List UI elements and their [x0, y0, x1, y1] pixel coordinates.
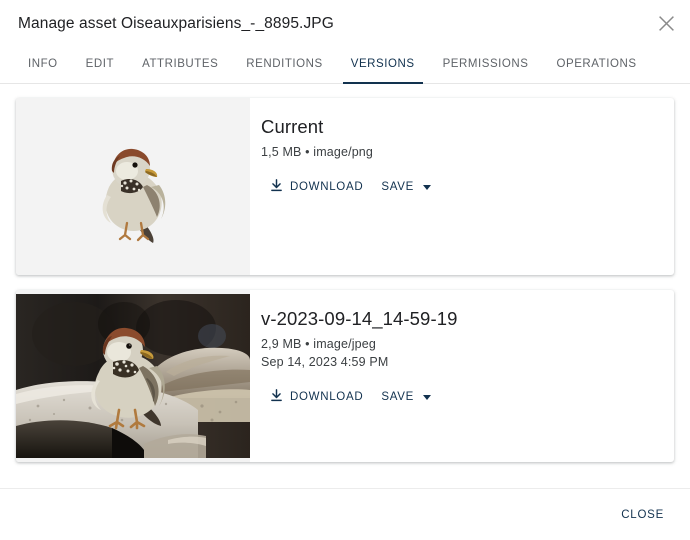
tab-operations[interactable]: OPERATIONS [543, 44, 651, 83]
save-button[interactable]: SAVE [372, 176, 438, 198]
download-button[interactable]: DOWNLOAD [261, 174, 372, 200]
dialog-footer: CLOSE [0, 488, 690, 540]
tab-bar: INFO EDIT ATTRIBUTES RENDITIONS VERSIONS… [0, 44, 690, 84]
download-icon [270, 179, 283, 195]
versions-list: Current 1,5 MB • image/png DOWNLOAD SAVE… [0, 84, 690, 488]
download-button[interactable]: DOWNLOAD [261, 384, 372, 410]
tab-attributes[interactable]: ATTRIBUTES [128, 44, 232, 83]
close-button[interactable]: CLOSE [611, 501, 674, 529]
close-icon[interactable] [652, 9, 680, 37]
version-card[interactable]: v-2023-09-14_14-59-19 2,9 MB • image/jpe… [16, 290, 674, 462]
dialog-title: Manage asset Oiseauxparisiens_-_8895.JPG [18, 15, 334, 32]
download-button-label: DOWNLOAD [290, 391, 364, 403]
tab-renditions[interactable]: RENDITIONS [232, 44, 336, 83]
download-button-label: DOWNLOAD [290, 181, 364, 193]
tab-edit[interactable]: EDIT [72, 44, 128, 83]
download-icon [270, 389, 283, 405]
version-name: v-2023-09-14_14-59-19 [261, 308, 458, 329]
manage-asset-dialog: Manage asset Oiseauxparisiens_-_8895.JPG… [0, 0, 690, 540]
version-name: Current [261, 116, 324, 137]
dialog-header: Manage asset Oiseauxparisiens_-_8895.JPG [0, 0, 690, 34]
save-button-label: SAVE [381, 391, 414, 403]
save-button[interactable]: SAVE [372, 386, 438, 408]
version-details: Current 1,5 MB • image/png DOWNLOAD SAVE [250, 98, 674, 275]
version-thumbnail[interactable] [16, 290, 250, 462]
version-actions: DOWNLOAD SAVE [261, 384, 654, 410]
version-meta: 2,9 MB • image/jpeg [261, 337, 376, 351]
tab-versions[interactable]: VERSIONS [337, 44, 429, 84]
version-date: Sep 14, 2023 4:59 PM [261, 355, 389, 369]
version-meta: 1,5 MB • image/png [261, 145, 373, 159]
chevron-down-icon [422, 184, 431, 190]
version-card[interactable]: Current 1,5 MB • image/png DOWNLOAD SAVE [16, 98, 674, 275]
chevron-down-icon [422, 394, 431, 400]
version-details: v-2023-09-14_14-59-19 2,9 MB • image/jpe… [250, 290, 674, 462]
save-button-label: SAVE [381, 181, 414, 193]
version-actions: DOWNLOAD SAVE [261, 174, 654, 200]
version-thumbnail[interactable] [16, 98, 250, 275]
tab-permissions[interactable]: PERMISSIONS [429, 44, 543, 83]
tab-info[interactable]: INFO [14, 44, 72, 83]
